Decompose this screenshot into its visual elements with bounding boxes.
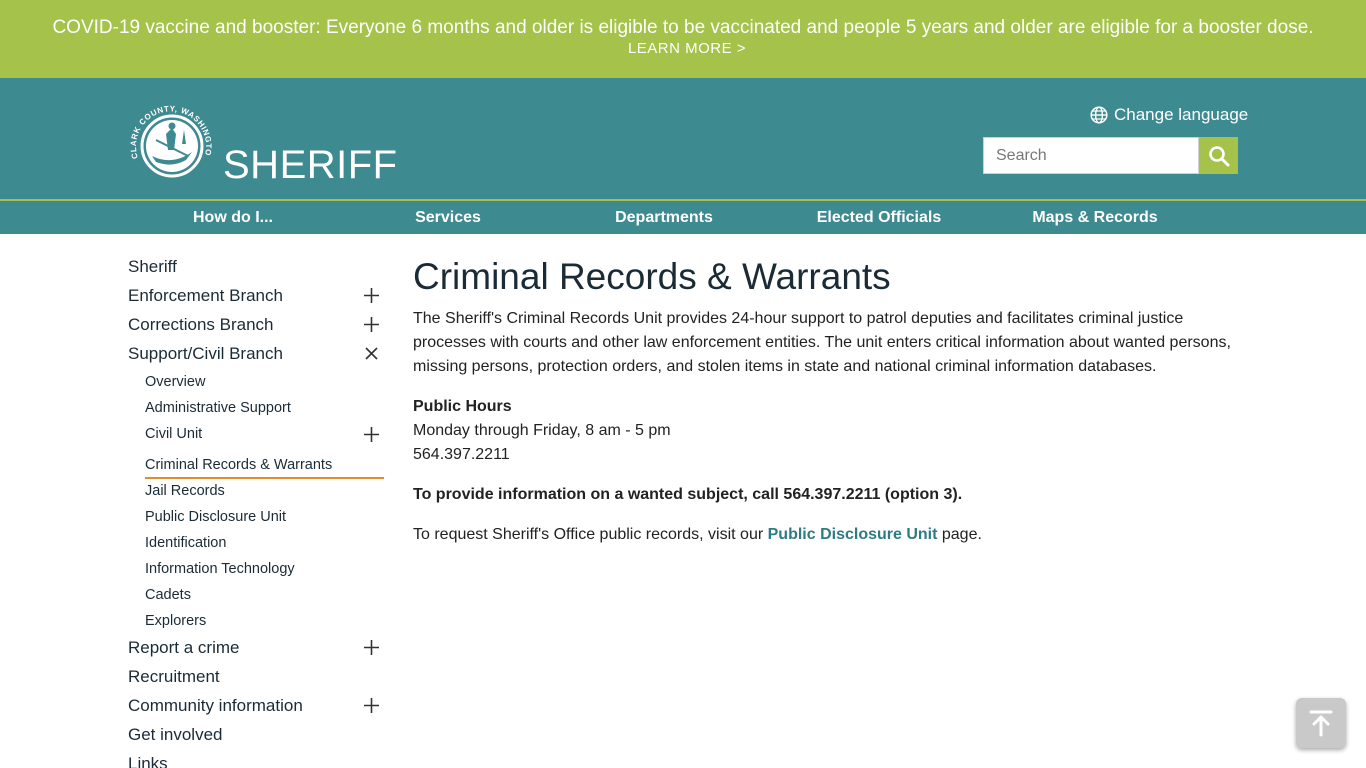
- request-text-before: To request Sheriff's Office public recor…: [413, 526, 768, 543]
- back-to-top-button[interactable]: [1296, 698, 1346, 748]
- sidebar-item-label: Report a crime: [128, 638, 240, 657]
- sidebar-item-label: Overview: [145, 374, 206, 390]
- change-language-button[interactable]: Change language: [1090, 104, 1248, 126]
- sidebar-item-community-information[interactable]: Community information: [128, 693, 384, 722]
- sidebar-item-label: Links: [128, 754, 168, 768]
- search-icon: [1208, 145, 1229, 166]
- sidebar-item-enforcement-branch[interactable]: Enforcement Branch: [128, 283, 384, 312]
- alert-text: COVID-19 vaccine and booster: Everyone 6…: [52, 17, 1314, 38]
- plus-icon[interactable]: [362, 283, 380, 308]
- sidebar-item-label: Administrative Support: [145, 400, 291, 416]
- close-icon[interactable]: [362, 341, 380, 366]
- search-input[interactable]: [983, 137, 1199, 174]
- sidebar-subitem-information-technology[interactable]: Information Technology: [145, 557, 384, 583]
- main-nav: How do I... Services Departments Elected…: [0, 199, 1366, 234]
- plus-icon[interactable]: [362, 693, 380, 718]
- page-title: Criminal Records & Warrants: [413, 256, 891, 297]
- sidebar-item-corrections-branch[interactable]: Corrections Branch: [128, 312, 384, 341]
- search-button[interactable]: [1199, 137, 1238, 174]
- section-sidebar: Sheriff Enforcement Branch Corrections B…: [128, 254, 384, 768]
- plus-icon[interactable]: [362, 635, 380, 660]
- sidebar-item-label: Support/Civil Branch: [128, 344, 283, 363]
- sidebar-item-label: Criminal Records & Warrants: [145, 457, 333, 473]
- site-search: [983, 137, 1238, 174]
- wanted-subject-notice: To provide information on a wanted subje…: [413, 486, 963, 503]
- sidebar-item-label: Jail Records: [145, 483, 225, 499]
- sidebar-item-label: Community information: [128, 696, 303, 715]
- sidebar-item-label: Corrections Branch: [128, 315, 274, 334]
- sidebar-subitem-overview[interactable]: Overview: [145, 370, 384, 396]
- sidebar-item-label: Explorers: [145, 613, 207, 629]
- sidebar-item-label: Identification: [145, 535, 227, 551]
- sidebar-item-label: Sheriff: [128, 257, 177, 276]
- public-hours-phone: 564.397.2211: [413, 446, 510, 463]
- sidebar-item-label: Information Technology: [145, 561, 295, 577]
- plus-icon[interactable]: [362, 422, 380, 446]
- sidebar-subitem-public-disclosure-unit[interactable]: Public Disclosure Unit: [145, 505, 384, 531]
- sidebar-item-report-a-crime[interactable]: Report a crime: [128, 635, 384, 664]
- sidebar-item-label: Recruitment: [128, 667, 220, 686]
- public-hours-heading: Public Hours: [413, 398, 512, 415]
- sidebar-item-support-civil-branch[interactable]: Support/Civil Branch: [128, 341, 384, 370]
- covid-alert-bar: COVID-19 vaccine and booster: Everyone 6…: [0, 0, 1366, 78]
- plus-icon[interactable]: [362, 312, 380, 337]
- sidebar-item-label: Cadets: [145, 587, 191, 603]
- alert-learn-more-link[interactable]: LEARN MORE >: [628, 40, 746, 57]
- sidebar-item-label: Get involved: [128, 725, 223, 744]
- sidebar-item-label: Public Disclosure Unit: [145, 509, 287, 525]
- public-records-request: To request Sheriff's Office public recor…: [413, 523, 1238, 547]
- support-civil-submenu: Overview Administrative Support Civil Un…: [128, 370, 384, 635]
- sidebar-item-recruitment[interactable]: Recruitment: [128, 664, 384, 693]
- sidebar-item-label: Civil Unit: [145, 426, 203, 442]
- nav-departments[interactable]: Departments: [604, 201, 724, 234]
- main-content: Criminal Records & Warrants The Sheriff'…: [413, 255, 1238, 547]
- nav-services[interactable]: Services: [398, 201, 498, 234]
- sidebar-subitem-civil-unit[interactable]: Civil Unit: [145, 422, 384, 451]
- county-seal-icon: CLARK COUNTY, WASHINGTON: [126, 100, 212, 178]
- sidebar-item-label: Enforcement Branch: [128, 286, 283, 305]
- globe-icon: [1090, 106, 1108, 124]
- sheriff-logo[interactable]: CLARK COUNTY, WASHINGTON SHERIFF: [126, 100, 397, 190]
- public-hours-days: Monday through Friday, 8 am - 5 pm: [413, 422, 671, 439]
- arrow-up-to-line-icon: [1309, 710, 1333, 737]
- nav-maps-records[interactable]: Maps & Records: [1024, 201, 1166, 234]
- sidebar-item-sheriff[interactable]: Sheriff: [128, 254, 384, 283]
- sidebar-item-get-involved[interactable]: Get involved: [128, 722, 384, 751]
- nav-how-do-i[interactable]: How do I...: [173, 201, 293, 234]
- sidebar-subitem-identification[interactable]: Identification: [145, 531, 384, 557]
- public-disclosure-unit-link[interactable]: Public Disclosure Unit: [768, 526, 938, 543]
- nav-elected-officials[interactable]: Elected Officials: [808, 201, 950, 234]
- sidebar-item-links[interactable]: Links: [128, 751, 384, 768]
- sidebar-subitem-criminal-records-warrants[interactable]: Criminal Records & Warrants: [145, 451, 384, 479]
- sidebar-subitem-explorers[interactable]: Explorers: [145, 609, 384, 635]
- logo-wordmark: SHERIFF: [223, 143, 398, 187]
- request-text-after: page.: [937, 526, 982, 543]
- sidebar-subitem-jail-records[interactable]: Jail Records: [145, 479, 384, 505]
- change-language-label: Change language: [1114, 105, 1249, 124]
- intro-paragraph: The Sheriff's Criminal Records Unit prov…: [413, 310, 1231, 375]
- sidebar-subitem-cadets[interactable]: Cadets: [145, 583, 384, 609]
- sidebar-subitem-administrative-support[interactable]: Administrative Support: [145, 396, 384, 422]
